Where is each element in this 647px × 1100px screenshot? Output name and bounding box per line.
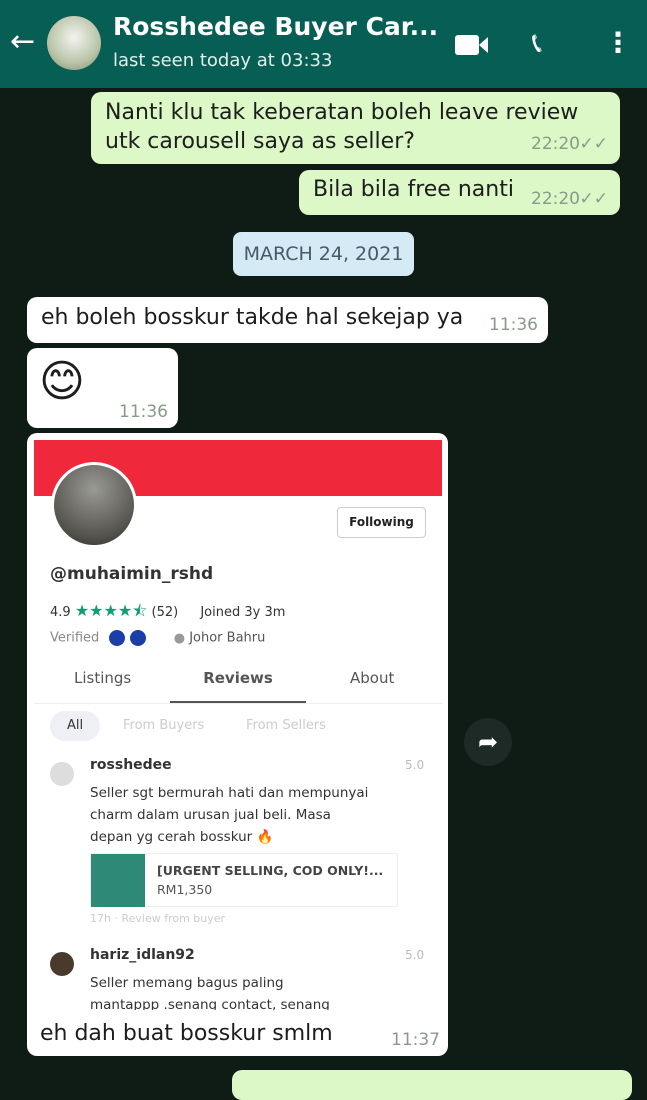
location-pin-icon: ● xyxy=(173,630,186,646)
profile-username: @muhaimin_rshd xyxy=(50,564,214,584)
review-line: Seller sgt bermurah hati dan mempunyai xyxy=(90,785,369,801)
reviewer-avatar xyxy=(50,952,74,976)
contact-avatar[interactable] xyxy=(47,16,101,70)
last-seen: last seen today at 03:33 xyxy=(113,50,333,71)
image-message[interactable]: Following @muhaimin_rshd 4.9 ★★★★⯪ (52) … xyxy=(27,433,448,1056)
verified-label: Verified xyxy=(50,630,100,646)
filter-from-buyers[interactable]: From Buyers xyxy=(123,718,204,733)
tab-reviews[interactable]: Reviews xyxy=(170,662,306,703)
review-score: 5.0 xyxy=(405,948,425,962)
reviewer-avatar xyxy=(50,762,74,786)
video-call-icon[interactable] xyxy=(455,35,479,55)
review-text: Seller sgt bermurah hati dan mempunyai c… xyxy=(90,782,368,848)
contact-name[interactable]: Rosshedee Buyer Car... xyxy=(113,12,438,41)
forward-button[interactable]: ➦ xyxy=(464,718,512,766)
message-out[interactable]: Bila bila free nanti 22:20 ✓✓ xyxy=(299,170,620,215)
review-score: 5.0 xyxy=(405,758,425,772)
message-time: 11:36 xyxy=(119,402,168,422)
phone-icon[interactable]: 📞︎ xyxy=(532,26,542,60)
tab-listings[interactable]: Listings xyxy=(74,669,131,687)
message-time: 11:36 xyxy=(489,315,538,335)
message-text: Nanti klu tak keberatan boleh leave revi… xyxy=(105,100,579,125)
profile-tabs: Listings Reviews About xyxy=(34,662,442,704)
following-button[interactable]: Following xyxy=(337,507,426,538)
review-line: mantappp .senang contact, senang xyxy=(90,997,330,1010)
chat-header: ← Rosshedee Buyer Car... last seen today… xyxy=(0,0,647,88)
review-count: (52) xyxy=(151,605,179,620)
listing-title: [URGENT SELLING, COD ONLY!... xyxy=(157,863,384,878)
review-line: charm dalam urusan jual beli. Masa xyxy=(90,807,331,823)
review-meta: 17h · Review from buyer xyxy=(90,912,226,925)
listing-thumbnail xyxy=(91,854,145,907)
review-line: Seller memang bagus paling xyxy=(90,975,284,991)
listing-price: RM1,350 xyxy=(157,882,213,897)
filter-from-sellers[interactable]: From Sellers xyxy=(246,718,326,733)
image-caption: eh dah buat bosskur smlm xyxy=(40,1021,333,1046)
date-badge: MARCH 24, 2021 xyxy=(233,232,414,276)
tab-about[interactable]: About xyxy=(350,669,394,687)
message-out-partial[interactable] xyxy=(232,1070,632,1100)
message-time: 11:37 xyxy=(391,1030,440,1050)
filter-all[interactable]: All xyxy=(50,711,100,741)
smiling-emoji: 😊 xyxy=(39,356,85,407)
joined: Joined 3y 3m xyxy=(200,605,286,620)
verified-row: Verified ● Johor Bahru xyxy=(50,630,265,646)
review-text: Seller memang bagus paling mantappp .sen… xyxy=(90,972,330,1010)
video-call-icon-lens xyxy=(479,37,488,53)
rating-value: 4.9 xyxy=(50,605,71,620)
message-in[interactable]: 😊 11:36 xyxy=(27,348,178,428)
listing-card[interactable]: [URGENT SELLING, COD ONLY!... RM1,350 xyxy=(90,853,398,907)
phone-verified-icon xyxy=(109,630,126,646)
double-check-icon: ✓✓ xyxy=(579,189,609,209)
rating-row: 4.9 ★★★★⯪ (52) Joined 3y 3m xyxy=(50,600,285,627)
message-text: eh boleh bosskur takde hal sekejap ya xyxy=(41,305,464,330)
more-vert-icon[interactable]: ⋮ xyxy=(604,26,632,59)
star-rating-icon: ★★★★⯪ xyxy=(74,601,148,620)
carousell-profile-screenshot[interactable]: Following @muhaimin_rshd 4.9 ★★★★⯪ (52) … xyxy=(34,440,442,1010)
message-out[interactable]: Nanti klu tak keberatan boleh leave revi… xyxy=(91,92,620,164)
location: Johor Bahru xyxy=(189,630,266,646)
email-verified-icon xyxy=(129,630,146,646)
reviewer-name: rosshedee xyxy=(90,757,172,773)
message-text: Bila bila free nanti xyxy=(313,177,514,202)
review-line: depan yg cerah bosskur 🔥 xyxy=(90,829,274,845)
message-time: 22:20 xyxy=(531,134,580,154)
profile-avatar xyxy=(51,462,137,548)
message-time: 22:20 xyxy=(531,189,580,209)
back-arrow-icon[interactable]: ← xyxy=(10,24,35,59)
double-check-icon: ✓✓ xyxy=(579,134,609,154)
message-in[interactable]: eh boleh bosskur takde hal sekejap ya 11… xyxy=(27,297,548,343)
reviewer-name: hariz_idlan92 xyxy=(90,947,195,963)
